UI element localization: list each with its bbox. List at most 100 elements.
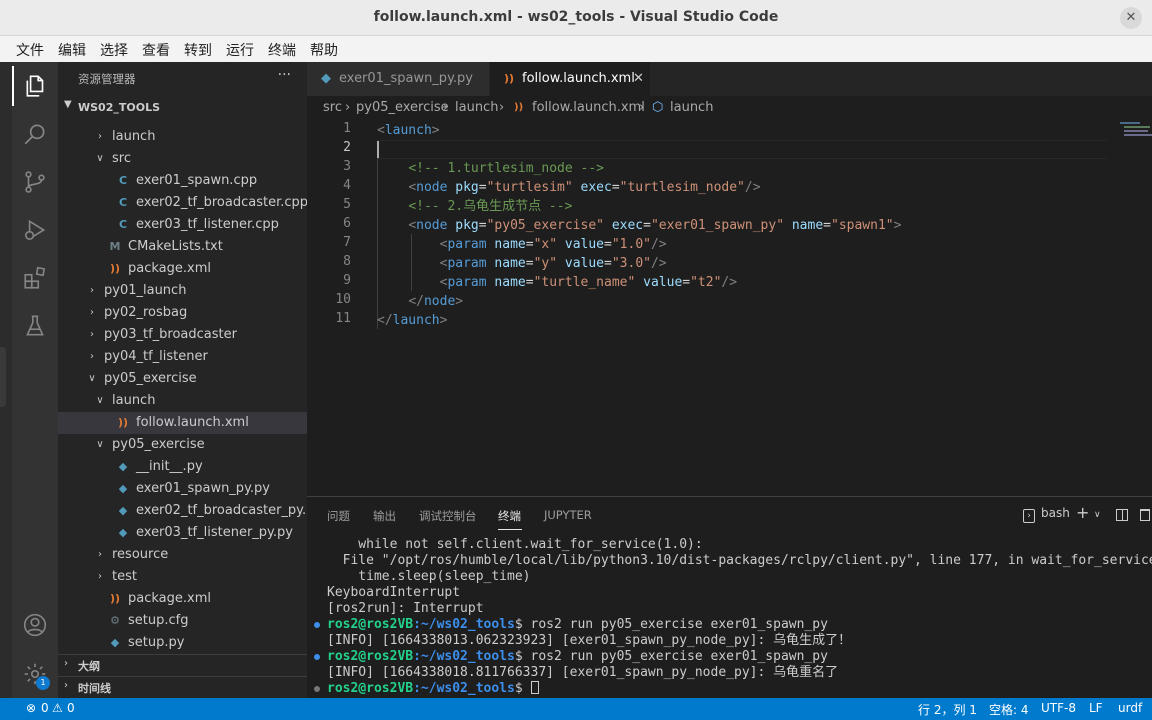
errors-icon[interactable]: ⊗ (26, 701, 36, 715)
file-item[interactable]: ◆ exer02_tf_broadcaster_py.py (58, 500, 307, 522)
workspace-header[interactable]: ▼ WS02_TOOLS (58, 98, 307, 118)
file-item[interactable]: Cexer01_spawn.cpp (58, 170, 307, 192)
cpp-file-icon: C (118, 196, 128, 209)
file-label: __init__.py (136, 459, 203, 474)
file-item[interactable]: )) follow.launch.xml (58, 412, 307, 434)
source-control-icon[interactable] (12, 162, 58, 202)
chevron-right-icon: › (90, 285, 94, 296)
command-status-dot[interactable] (314, 622, 320, 628)
trash-icon[interactable] (1140, 509, 1150, 521)
indentation[interactable]: 空格: 4 (989, 701, 1029, 718)
line-number: 3 (343, 159, 351, 174)
settings-badge: 1 (36, 676, 50, 690)
panel-tab-problems[interactable]: 问题 (327, 508, 350, 524)
folder-item[interactable]: › resource (58, 544, 307, 566)
tab-follow-launch-xml[interactable]: )) follow.launch.xml ✕ (490, 62, 650, 96)
folder-item[interactable]: › launch (58, 126, 307, 148)
settings-gear-icon[interactable]: 1 (12, 654, 58, 694)
extensions-icon[interactable] (12, 258, 58, 298)
menu-run[interactable]: 运行 (226, 40, 254, 60)
folder-item[interactable]: › py01_launch (58, 280, 307, 302)
python-file-icon: ◆ (118, 504, 128, 517)
command-status-dot[interactable] (314, 686, 320, 692)
file-item[interactable]: M CMakeLists.txt (58, 236, 307, 258)
code-line: <launch> (377, 123, 440, 138)
warning-count[interactable]: 0 (67, 701, 75, 715)
close-window-button[interactable]: ✕ (1120, 7, 1142, 29)
file-item[interactable]: ◆ __init__.py (58, 456, 307, 478)
outline-section[interactable]: › 大纲 (58, 654, 307, 676)
warning-icon[interactable]: ⚠ (52, 701, 63, 715)
file-item[interactable]: ◆ setup.py (58, 632, 307, 654)
end-of-line[interactable]: LF (1089, 701, 1103, 715)
file-label: CMakeLists.txt (128, 239, 223, 254)
code-editor[interactable]: 1 <launch> 2 3 <!-- 1.turtlesim_node --> 4 <… (307, 120, 1152, 496)
breadcrumb-src[interactable]: src (323, 100, 342, 115)
file-item[interactable]: )) package.xml (58, 258, 307, 280)
file-item[interactable]: )) package.xml (58, 588, 307, 610)
chevron-right-icon: › (90, 329, 94, 340)
file-item[interactable]: Cexer02_tf_broadcaster.cpp (58, 192, 307, 214)
cursor-position[interactable]: 行 2，列 1 (918, 701, 977, 718)
breadcrumb-symbol[interactable]: launch (670, 100, 713, 115)
menu-view[interactable]: 查看 (142, 40, 170, 60)
terminal-command: $ ros2 run py05_exercise exer01_spawn_py (514, 617, 828, 632)
folder-item[interactable]: ∨ py05_exercise (58, 368, 307, 390)
folder-item[interactable]: › py03_tf_broadcaster (58, 324, 307, 346)
folder-item[interactable]: ∨ src (58, 148, 307, 170)
language-mode[interactable]: urdf (1118, 701, 1142, 715)
bottom-panel: 问题 输出 调试控制台 终端 JUPYTER › bash + ∨ while … (307, 496, 1152, 698)
terminal-prompt-line: ros2@ros2VB:~/ws02_tools$ (314, 681, 539, 697)
breadcrumb-launch[interactable]: launch (455, 100, 498, 115)
terminal-shell-name[interactable]: bash (1041, 506, 1070, 520)
cpp-file-icon: C (118, 218, 128, 231)
python-file-icon: ◆ (118, 526, 128, 539)
file-item[interactable]: Cexer03_tf_listener.cpp (58, 214, 307, 236)
file-label: setup.cfg (128, 613, 189, 628)
close-tab-icon[interactable]: ✕ (633, 62, 644, 96)
tab-exer01-spawn-py[interactable]: ◆ exer01_spawn_py.py (307, 62, 489, 96)
search-icon[interactable] (12, 114, 58, 154)
file-item[interactable]: ◆ exer01_spawn_py.py (58, 478, 307, 500)
command-status-dot[interactable] (314, 654, 320, 660)
account-icon[interactable] (12, 605, 58, 645)
menu-help[interactable]: 帮助 (310, 40, 338, 60)
timeline-section[interactable]: › 时间线 (58, 676, 307, 698)
folder-item[interactable]: ∨ launch (58, 390, 307, 412)
line-number: 11 (335, 311, 351, 326)
panel-tab-output[interactable]: 输出 (373, 508, 396, 524)
error-count[interactable]: 0 (41, 701, 49, 715)
panel-tab-terminal[interactable]: 终端 (498, 508, 521, 524)
folder-item[interactable]: ∨ py05_exercise (58, 434, 307, 456)
new-terminal-icon[interactable]: + (1076, 503, 1089, 522)
file-item[interactable]: ⚙ setup.cfg (58, 610, 307, 632)
run-debug-icon[interactable] (12, 210, 58, 250)
more-actions-button[interactable]: ··· (278, 67, 291, 83)
terminal-output[interactable]: while not self.client.wait_for_service(1… (307, 535, 1152, 699)
menu-bar: 文件 编辑 选择 查看 转到 运行 终端 帮助 (0, 36, 1152, 62)
folder-item[interactable]: › py02_rosbag (58, 302, 307, 324)
split-terminal-icon[interactable] (1116, 509, 1128, 521)
menu-edit[interactable]: 编辑 (58, 40, 86, 60)
folder-item[interactable]: › py04_tf_listener (58, 346, 307, 368)
text-caret (377, 141, 379, 158)
chevron-down-icon[interactable]: ∨ (1094, 510, 1101, 520)
menu-terminal[interactable]: 终端 (268, 40, 296, 60)
window-title: follow.launch.xml - ws02_tools - Visual … (373, 9, 779, 25)
panel-tab-debug-console[interactable]: 调试控制台 (419, 508, 477, 524)
testing-icon[interactable] (12, 306, 58, 346)
menu-file[interactable]: 文件 (16, 40, 44, 60)
panel-tab-jupyter[interactable]: JUPYTER (544, 508, 592, 522)
file-label: exer03_tf_listener_py.py (136, 525, 293, 540)
explorer-icon[interactable] (12, 66, 58, 106)
menu-go[interactable]: 转到 (184, 40, 212, 60)
breadcrumb-file[interactable]: follow.launch.xml (532, 100, 645, 115)
folder-item[interactable]: › test (58, 566, 307, 588)
menu-selection[interactable]: 选择 (100, 40, 128, 60)
xml-rss-icon: )) (109, 592, 121, 605)
encoding[interactable]: UTF-8 (1041, 701, 1076, 715)
breadcrumb-py05-exercise[interactable]: py05_exercise (356, 100, 449, 115)
folder-label: py05_exercise (104, 371, 197, 386)
minimap[interactable] (1116, 120, 1152, 140)
file-item[interactable]: ◆ exer03_tf_listener_py.py (58, 522, 307, 544)
